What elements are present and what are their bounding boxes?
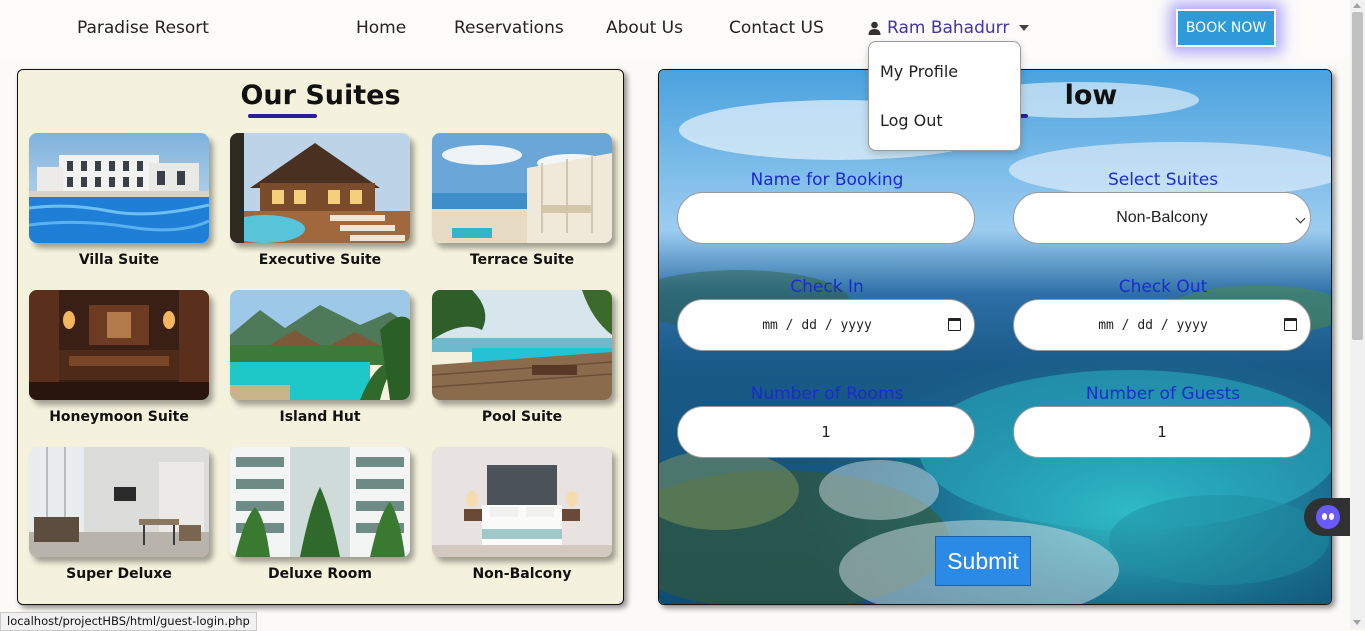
- chat-widget-button[interactable]: [1304, 498, 1350, 536]
- user-icon: [868, 21, 881, 35]
- menu-item-log-out[interactable]: Log Out: [880, 111, 943, 130]
- nav-about-us[interactable]: About Us: [606, 18, 683, 38]
- suite-name: Executive Suite: [258, 252, 382, 268]
- super-deluxe-image: [29, 447, 209, 557]
- suite-name: Pool Suite: [481, 409, 563, 425]
- suite-name: Deluxe Room: [268, 566, 372, 582]
- nav-reservations[interactable]: Reservations: [454, 18, 564, 38]
- scrollbar-thumb[interactable]: [1352, 12, 1363, 340]
- user-dropdown-menu: My Profile Log Out: [868, 41, 1021, 151]
- suites-title: Our Suites: [240, 80, 401, 111]
- menu-item-my-profile[interactable]: My Profile: [880, 62, 958, 81]
- chatbot-icon: [1316, 505, 1340, 529]
- suite-card-terrace[interactable]: Terrace Suite: [432, 133, 612, 268]
- suite-card-executive[interactable]: Executive Suite: [230, 133, 410, 268]
- suite-name: Island Hut: [279, 409, 361, 425]
- top-navbar: Paradise Resort Home Reservations About …: [0, 0, 1350, 57]
- nav-contact-us[interactable]: Contact US: [729, 18, 824, 38]
- suite-name: Honeymoon Suite: [49, 409, 189, 425]
- user-menu-toggle[interactable]: Ram Bahadurr: [868, 18, 1030, 38]
- browser-status-url: localhost/projectHBS/html/guest-login.ph…: [0, 612, 257, 631]
- suite-name: Villa Suite: [78, 252, 160, 268]
- suite-name: Non-Balcony: [472, 566, 572, 582]
- suites-panel: Our Suites Villa Suite Executive Suite T…: [17, 69, 624, 605]
- suite-name: Super Deluxe: [66, 566, 172, 582]
- non-balcony-image: [432, 447, 612, 557]
- user-name: Ram Bahadurr: [887, 18, 1010, 38]
- brand-name[interactable]: Paradise Resort: [77, 18, 209, 38]
- calendar-icon[interactable]: [948, 318, 961, 331]
- suite-card-non-balcony[interactable]: Non-Balcony: [432, 447, 612, 582]
- checkout-date-input[interactable]: mm / dd / yyyy: [1013, 299, 1311, 351]
- suite-card-honeymoon[interactable]: Honeymoon Suite: [29, 290, 209, 425]
- scroll-up-icon[interactable]: [1353, 3, 1361, 8]
- title-underline: [248, 114, 317, 118]
- suite-card-villa[interactable]: Villa Suite: [29, 133, 209, 268]
- villa-suite-image: [29, 133, 209, 243]
- guests-number-input[interactable]: 1: [1013, 406, 1311, 458]
- chevron-down-icon: [1019, 25, 1030, 31]
- name-label: Name for Booking: [750, 170, 904, 190]
- scroll-down-icon[interactable]: [1353, 620, 1361, 625]
- suite-card-island-hut[interactable]: Island Hut: [230, 290, 410, 425]
- honeymoon-suite-image: [29, 290, 209, 400]
- guests-label: Number of Guests: [1085, 384, 1241, 404]
- suite-select[interactable]: Non-Balcony: [1013, 192, 1311, 244]
- suite-card-super-deluxe[interactable]: Super Deluxe: [29, 447, 209, 582]
- nav-home[interactable]: Home: [356, 18, 406, 38]
- rooms-label: Number of Rooms: [750, 384, 904, 404]
- checkin-date-value: mm / dd / yyyy: [762, 317, 872, 333]
- suite-card-pool[interactable]: Pool Suite: [432, 290, 612, 425]
- booking-name-input[interactable]: [677, 192, 975, 244]
- chevron-down-icon: [1295, 213, 1306, 224]
- suite-select-value: Non-Balcony: [1116, 209, 1208, 226]
- book-now-button[interactable]: BOOK NOW: [1176, 9, 1276, 47]
- terrace-suite-image: [432, 133, 612, 243]
- submit-button[interactable]: Submit: [935, 536, 1031, 586]
- checkin-date-input[interactable]: mm / dd / yyyy: [677, 299, 975, 351]
- deluxe-room-image: [230, 447, 410, 557]
- calendar-icon[interactable]: [1284, 318, 1297, 331]
- island-hut-image: [230, 290, 410, 400]
- pool-suite-image: [432, 290, 612, 400]
- suite-name: Terrace Suite: [469, 252, 575, 268]
- suite-label: Select Suites: [1107, 170, 1219, 190]
- checkout-label: Check Out: [1118, 277, 1208, 297]
- executive-suite-image: [230, 133, 410, 243]
- rooms-number-input[interactable]: 1: [677, 406, 975, 458]
- suite-card-deluxe-room[interactable]: Deluxe Room: [230, 447, 410, 582]
- checkin-label: Check In: [790, 277, 864, 297]
- checkout-date-value: mm / dd / yyyy: [1098, 317, 1208, 333]
